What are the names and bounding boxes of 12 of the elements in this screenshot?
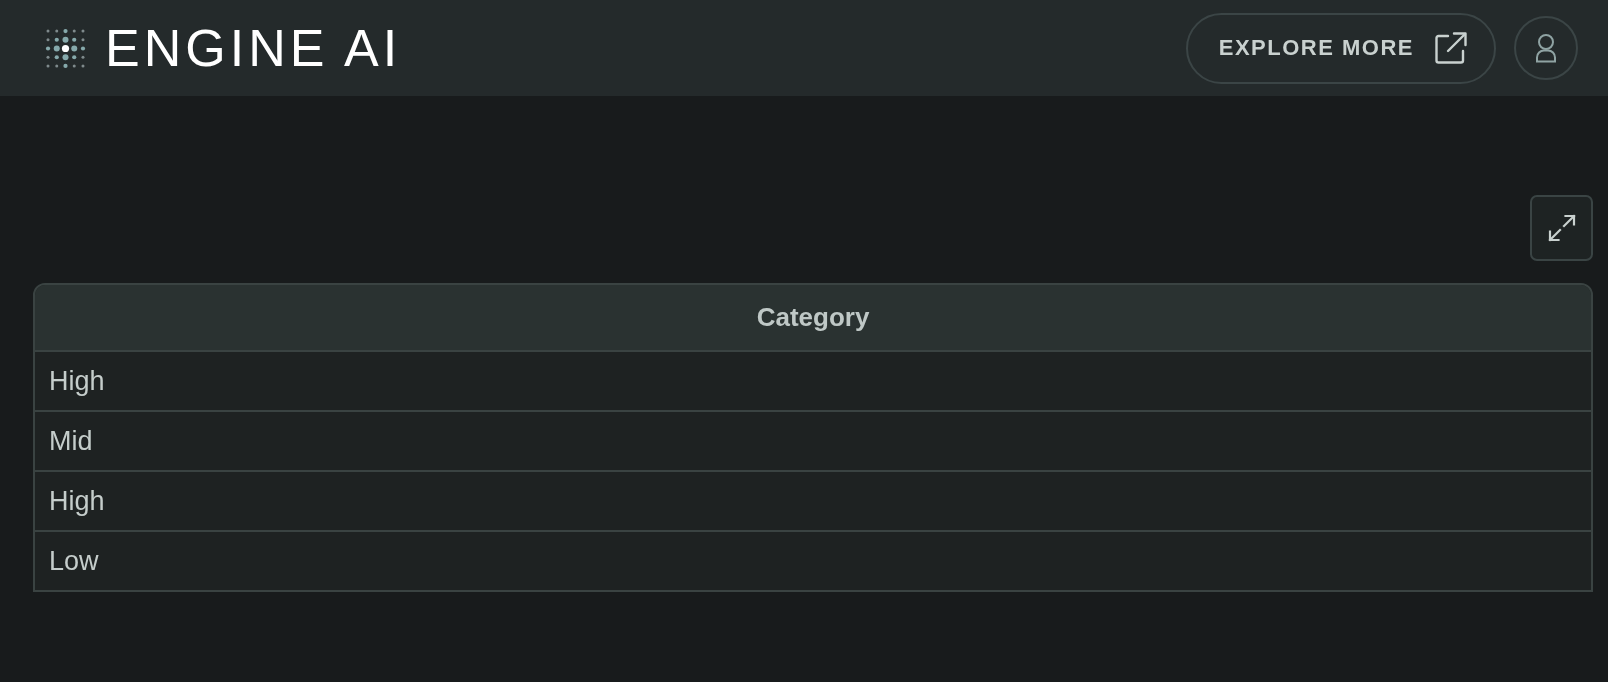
person-icon — [1534, 33, 1558, 63]
table-cell-text: Mid — [48, 425, 94, 457]
expand-icon — [1547, 214, 1576, 242]
table-cell-text: Low — [48, 545, 100, 577]
explore-more-button[interactable]: EXPLORE MORE — [1185, 12, 1496, 84]
expand-button[interactable] — [1530, 195, 1593, 261]
dot-grid-icon — [44, 26, 87, 70]
logo-text: ENGINE AI — [105, 22, 402, 74]
table-cell-text: High — [48, 485, 106, 517]
column-header: Category — [755, 302, 871, 333]
external-link-icon — [1434, 31, 1468, 65]
table-cell-text: High — [48, 365, 106, 397]
